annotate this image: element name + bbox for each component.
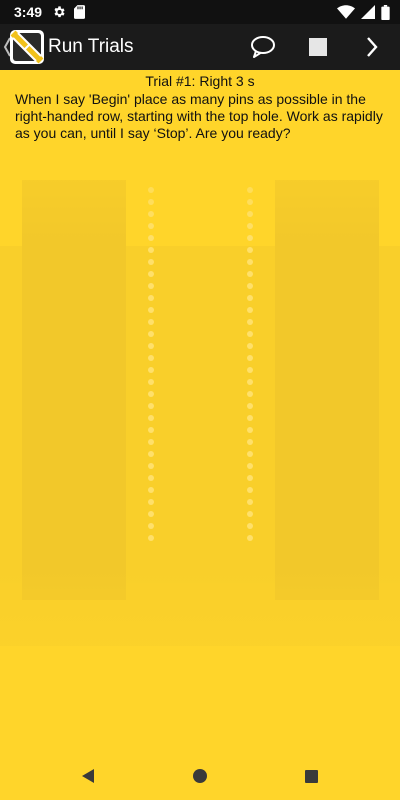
speak-button[interactable] (239, 24, 287, 70)
nav-home-button[interactable] (170, 752, 230, 800)
home-circle-icon (193, 769, 207, 783)
status-right-icons (337, 4, 390, 20)
wifi-icon (337, 5, 355, 19)
speech-bubble-icon (251, 36, 275, 58)
nav-back-button[interactable] (58, 752, 118, 800)
app-bar: Run Trials (0, 24, 400, 70)
instructions-text: When I say 'Begin' place as many pins as… (15, 91, 383, 141)
chevron-right-icon (367, 37, 378, 57)
back-triangle-icon (82, 769, 94, 783)
signal-icon (361, 5, 375, 19)
stop-button[interactable] (294, 24, 342, 70)
recents-square-icon (304, 769, 318, 783)
content-area: Trial #1: Right 3 s When I say 'Begin' p… (0, 70, 400, 760)
screen: 3:49 Run Trials Trial #1: Right 3 s When… (0, 0, 400, 800)
stop-square-icon (309, 38, 327, 56)
sd-card-icon (74, 5, 86, 19)
battery-icon (381, 4, 390, 20)
status-bar: 3:49 (0, 0, 400, 24)
app-title: Run Trials (48, 36, 134, 57)
nav-recents-button[interactable] (281, 752, 341, 800)
next-button[interactable] (348, 24, 396, 70)
pegboard-background-illustration (0, 70, 400, 760)
gear-icon (54, 6, 65, 18)
status-time: 3:49 (14, 4, 43, 20)
status-left-icons (52, 5, 86, 19)
trial-title: Trial #1: Right 3 s (145, 73, 255, 89)
system-navigation-bar (0, 752, 400, 800)
app-logo[interactable] (10, 30, 44, 64)
